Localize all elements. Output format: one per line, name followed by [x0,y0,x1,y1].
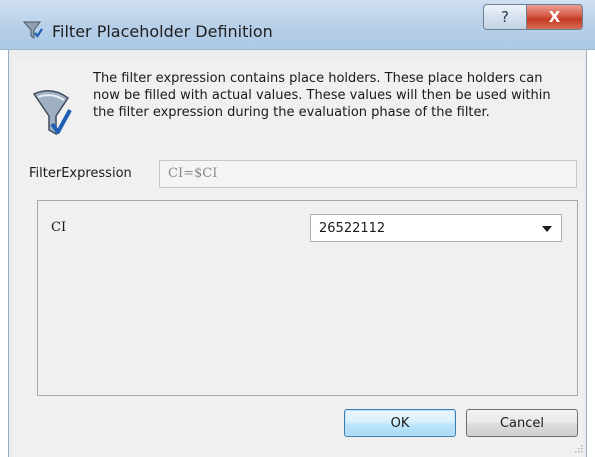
resize-grip-icon[interactable] [573,443,583,453]
window-title: Filter Placeholder Definition [52,22,273,41]
description-text: The filter expression contains place hol… [93,71,551,120]
ok-button[interactable]: OK [344,409,456,437]
help-button[interactable]: ? [483,4,527,30]
filter-funnel-icon [22,21,43,39]
help-icon: ? [501,8,509,26]
close-icon: X [548,8,561,26]
close-button[interactable]: X [527,4,583,30]
title-bar[interactable]: Filter Placeholder Definition ? X [0,0,595,50]
placeholder-ci-dropdown[interactable]: 26522112 [310,214,562,242]
cancel-button[interactable]: Cancel [466,409,578,437]
caption-buttons: ? X [483,4,583,30]
filter-funnel-check-icon [32,90,72,136]
filter-expression-field: CI=$CI [159,160,577,188]
placeholder-ci-value: 26522112 [319,221,386,236]
filter-expression-label: FilterExpression [29,166,132,181]
chevron-down-icon[interactable] [542,226,552,232]
placeholder-ci-label: CI [51,220,67,235]
dialog-window: Filter Placeholder Definition ? X The fi… [0,0,595,457]
